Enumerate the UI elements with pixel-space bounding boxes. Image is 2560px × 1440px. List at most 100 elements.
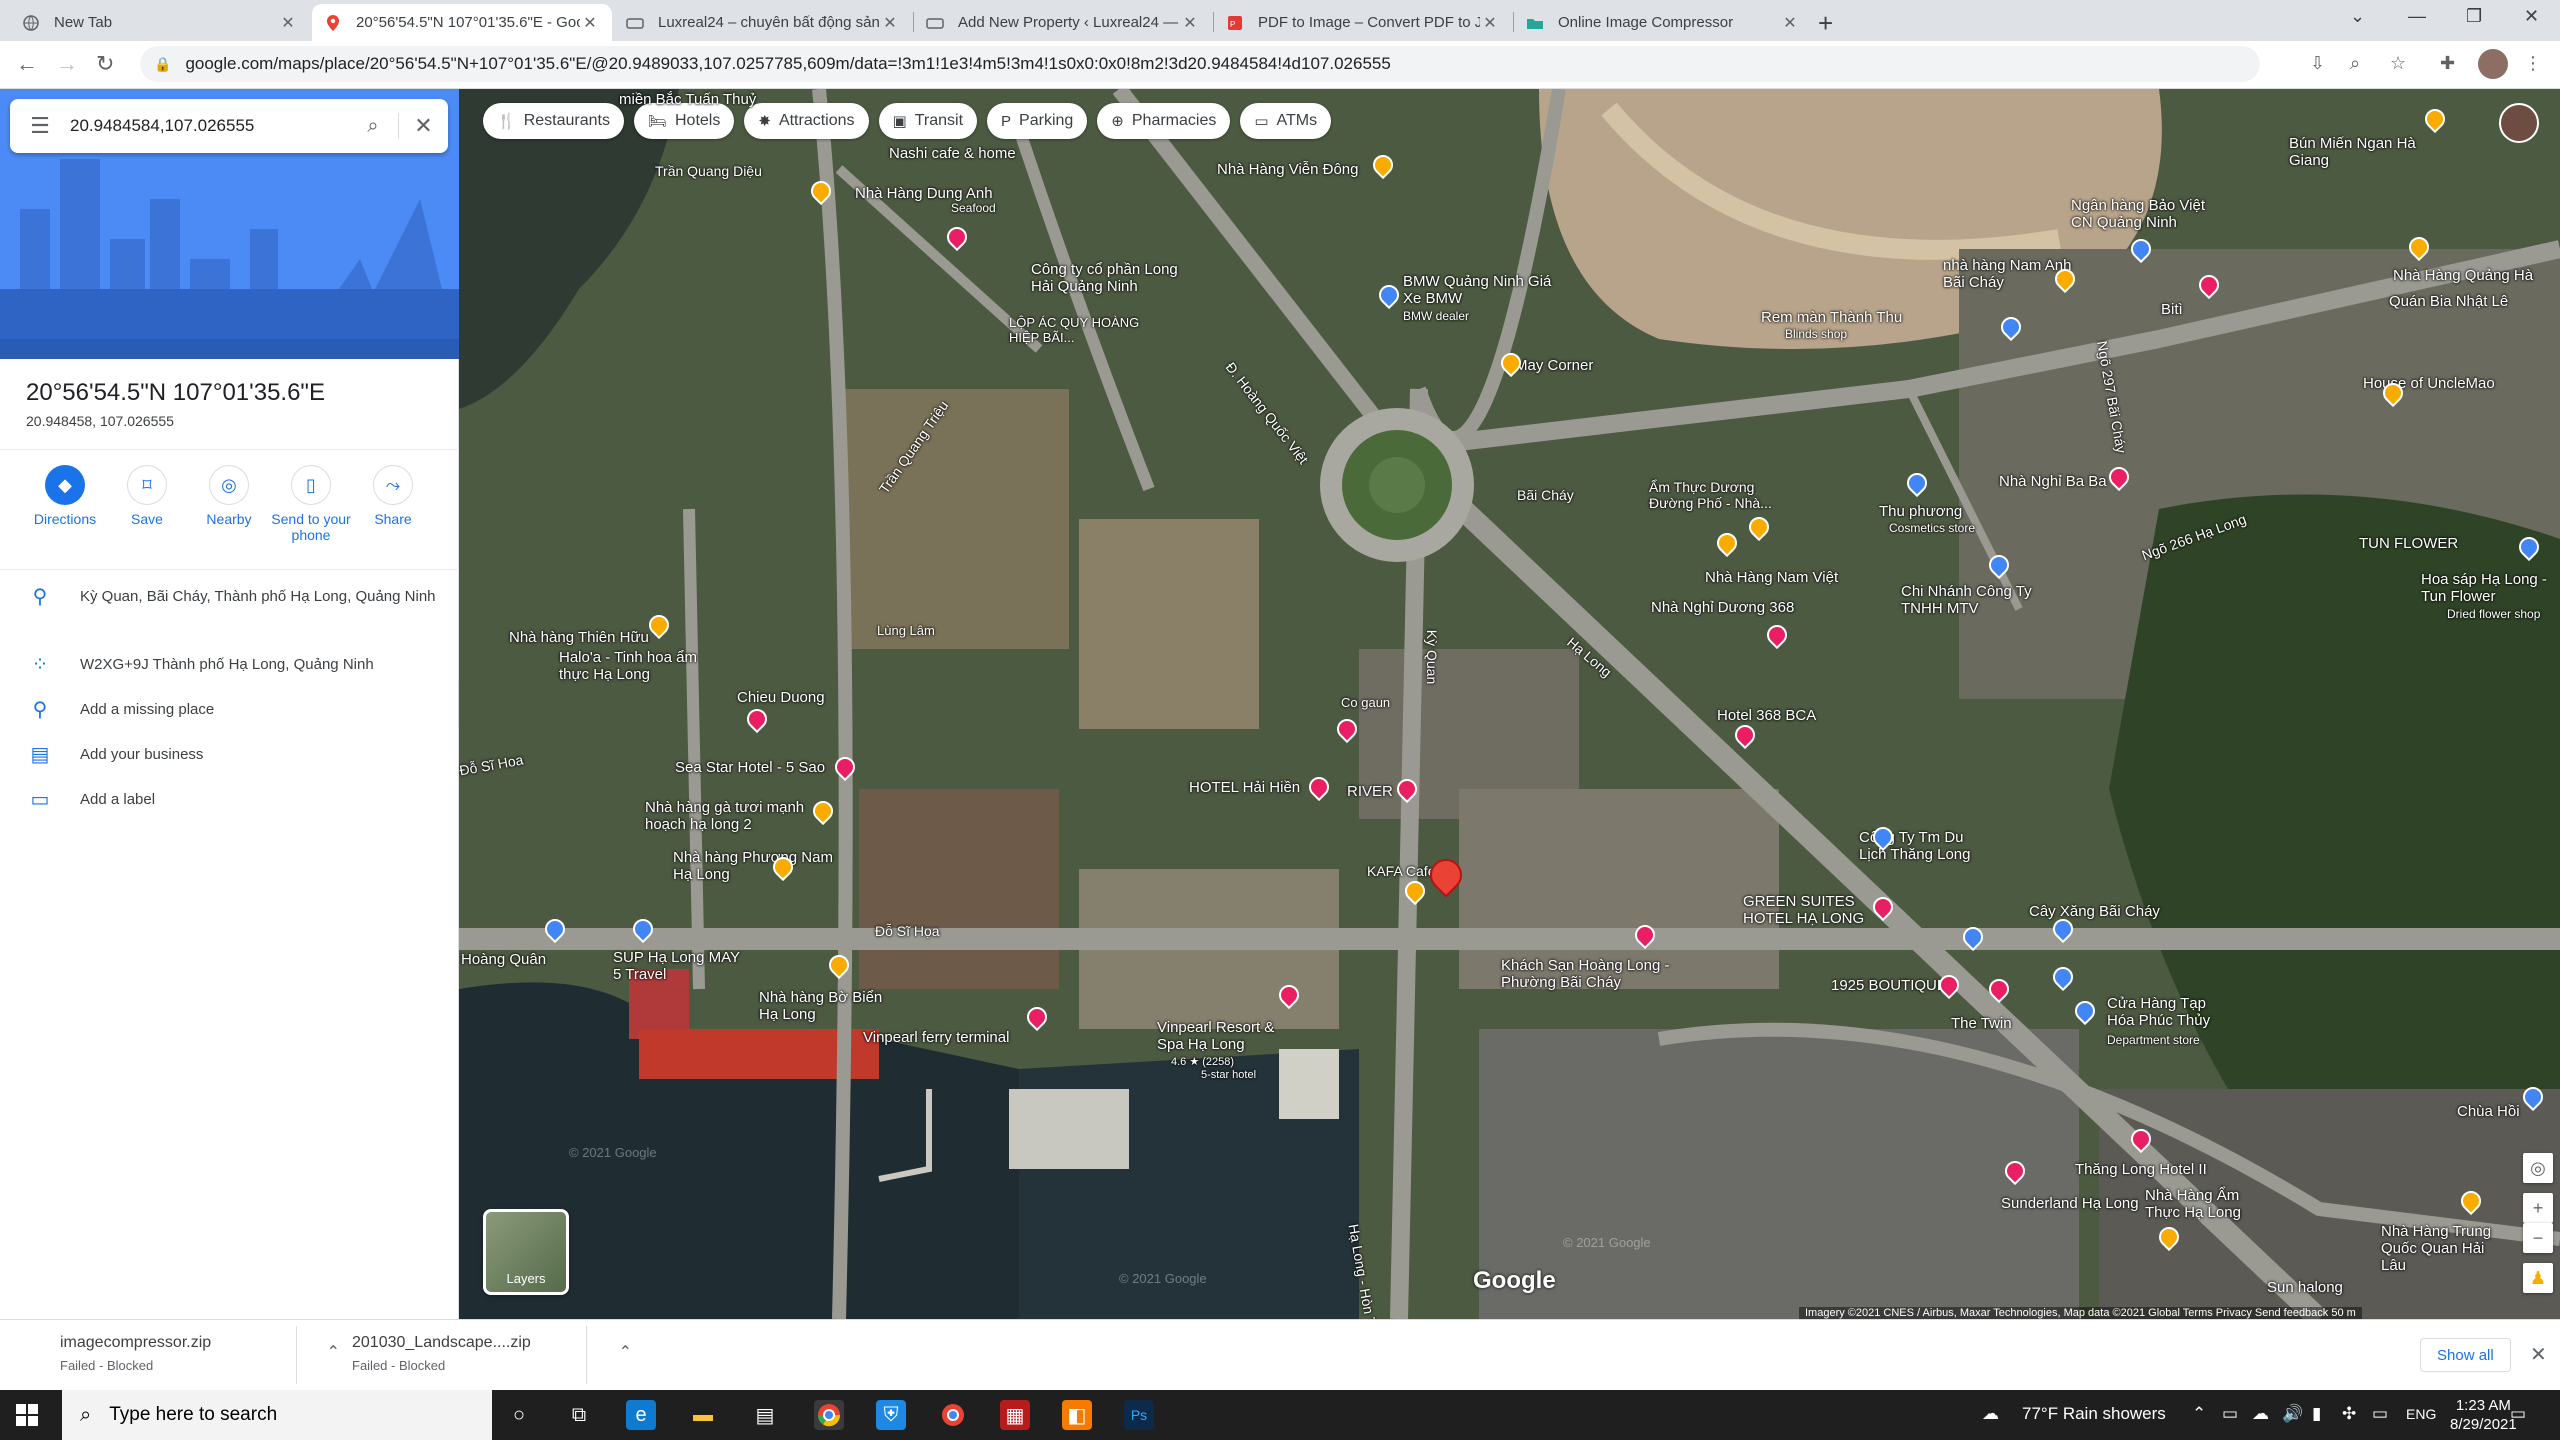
chevron-up-icon[interactable]: ⌃	[619, 1342, 632, 1362]
map-label[interactable]: Nhà hàng gà tươi mạnh hoạch hạ long 2	[645, 799, 805, 833]
map-label[interactable]: HOTEL Hải Hiền	[1189, 779, 1300, 796]
taskbar-search[interactable]: ⌕ Type here to search	[62, 1390, 492, 1440]
pegman-icon[interactable]: ♟	[2523, 1263, 2553, 1293]
cortana-icon[interactable]: ○	[504, 1400, 534, 1430]
close-tab-icon[interactable]: ✕	[1780, 13, 1800, 33]
menu-dots-icon[interactable]: ⋮	[2524, 53, 2542, 74]
windows-start-icon[interactable]	[16, 1404, 38, 1432]
map-label[interactable]: Nhà hàng Bờ Biển Hạ Long	[759, 989, 899, 1023]
map-label[interactable]: Co gaun	[1341, 695, 1390, 710]
map-label[interactable]: The Twin	[1951, 1015, 2012, 1032]
chip-parking[interactable]: P Parking	[987, 103, 1088, 139]
layers-button[interactable]: Layers	[483, 1209, 569, 1295]
map-label[interactable]: Nhà Hàng Quảng Hà	[2393, 267, 2533, 284]
map-label[interactable]: Sea Star Hotel - 5 Sao	[675, 759, 825, 776]
map-label[interactable]: Bún Miến Ngan Hà Giang	[2289, 135, 2429, 169]
app-icon[interactable]: ▦	[1000, 1400, 1030, 1430]
save-button[interactable]: ⌑ Save	[106, 465, 188, 527]
map-label[interactable]: BMW Quảng Ninh Giá Xe BMW	[1403, 273, 1553, 307]
back-arrow-icon[interactable]: ←	[16, 51, 38, 77]
directions-button[interactable]: ◆ Directions	[24, 465, 106, 527]
my-location-icon[interactable]: ◎	[2523, 1153, 2553, 1183]
map-label[interactable]: Nhà Hàng Dung Anh	[855, 185, 993, 202]
install-icon[interactable]: ⇩	[2310, 53, 2325, 74]
add-label-row[interactable]: ▭ Add a label	[0, 790, 459, 810]
map-label[interactable]: Nashi cafe & home	[889, 145, 1016, 162]
new-tab-button[interactable]: +	[1818, 8, 1833, 39]
map-label[interactable]: Nhà Hàng Viễn Đông	[1217, 161, 1359, 178]
chevron-up-icon[interactable]: ⌃	[327, 1342, 340, 1362]
map-label[interactable]: Quán Bia Nhật Lê	[2389, 293, 2508, 310]
map-label[interactable]: miền Bắc Tuấn Thuỷ	[619, 91, 756, 108]
file-explorer-icon[interactable]: ▬	[688, 1400, 718, 1430]
map-label[interactable]: Hotel 368 BCA	[1717, 707, 1816, 724]
map-label[interactable]: Nhà Hàng Trung Quốc Quan Hải Lâu	[2381, 1223, 2511, 1274]
map-label[interactable]: Nhà hàng Phương Nam Hạ Long	[673, 849, 833, 883]
network-icon[interactable]: ▮	[2312, 1404, 2321, 1424]
close-tab-icon[interactable]: ✕	[580, 13, 600, 33]
tab-google-maps[interactable]: 20°56'54.5"N 107°01'35.6"E - Goo ✕	[312, 4, 612, 41]
address-bar[interactable]: 🔒 google.com/maps/place/20°56'54.5"N+107…	[140, 46, 2260, 82]
tab-new-tab[interactable]: New Tab ✕	[10, 4, 310, 41]
dropbox-icon[interactable]: ✣	[2342, 1404, 2356, 1424]
app-icon[interactable]: ◧	[1062, 1400, 1092, 1430]
map-label[interactable]: Ẩm Thực Dương Đường Phố - Nhà...	[1649, 479, 1789, 511]
map-label[interactable]: Sunderland Hạ Long	[2001, 1195, 2139, 1212]
close-tab-icon[interactable]: ✕	[1480, 13, 1500, 33]
weather-text[interactable]: 77°F Rain showers	[2022, 1404, 2166, 1424]
search-input[interactable]: 20.9484584,107.026555	[70, 116, 348, 136]
map-label[interactable]: KAFA Cafe	[1367, 863, 1435, 879]
map-label[interactable]: Sun halong	[2267, 1279, 2343, 1296]
profile-avatar[interactable]	[2478, 49, 2508, 79]
satellite-map[interactable]: 🍴 Restaurants 🛏 Hotels ✸ Attractions ▣ Trans…	[459, 89, 2560, 1319]
chip-atms[interactable]: ▭ ATMs	[1240, 103, 1332, 139]
map-label[interactable]: Thu phương	[1879, 503, 1962, 520]
show-all-button[interactable]: Show all	[2420, 1338, 2511, 1372]
store-icon[interactable]: ▤	[750, 1400, 780, 1430]
download-item[interactable]: 201030_Landscape....zip Failed - Blocked…	[352, 1334, 632, 1373]
map-label[interactable]: Hoa sáp Hạ Long - Tun Flower	[2421, 571, 2560, 605]
hamburger-menu-icon[interactable]: ☰	[10, 113, 70, 139]
add-missing-place-row[interactable]: ⚲ Add a missing place	[0, 700, 459, 720]
map-label[interactable]: Cây Xăng Bãi Cháy	[2029, 903, 2160, 920]
tab-pdf-to-image[interactable]: P PDF to Image – Convert PDF to JP ✕	[1214, 4, 1512, 41]
tab-online-image-compressor[interactable]: Online Image Compressor ✕	[1514, 4, 1812, 41]
search-box[interactable]: ☰ 20.9484584,107.026555 ⌕ ✕	[10, 99, 448, 153]
camera-icon[interactable]: ▭	[2222, 1404, 2238, 1424]
map-label[interactable]: GREEN SUITES HOTEL HẠ LONG	[1743, 893, 1883, 927]
map-label[interactable]: Thăng Long Hotel II	[2075, 1161, 2207, 1178]
download-item[interactable]: imagecompressor.zip Failed - Blocked ⌃	[60, 1334, 340, 1373]
address-row[interactable]: ⚲ Kỳ Quan, Bãi Cháy, Thành phố Hạ Long, …	[0, 587, 459, 607]
map-attribution[interactable]: Imagery ©2021 CNES / Airbus, Maxar Techn…	[1799, 1307, 2362, 1319]
map-label[interactable]: Nhà Nghỉ Dương 368	[1651, 599, 1794, 616]
close-icon[interactable]: ✕	[2530, 1342, 2547, 1367]
tab-search-icon[interactable]: ⌄	[2350, 6, 2365, 27]
map-label[interactable]: TUN FLOWER	[2359, 535, 2458, 552]
nearby-button[interactable]: ◎ Nearby	[188, 465, 270, 527]
map-label[interactable]: Nhà Hàng Nam Việt	[1705, 569, 1838, 586]
photoshop-icon[interactable]: Ps	[1124, 1400, 1154, 1430]
map-label[interactable]: Nhà Nghỉ Ba Ba	[1999, 473, 2107, 490]
search-icon[interactable]: ⌕	[348, 115, 398, 138]
map-label[interactable]: Vinpearl Resort & Spa Hạ Long	[1157, 1019, 1297, 1053]
system-clock[interactable]: 1:23 AM 8/29/2021	[2450, 1396, 2517, 1434]
tab-luxreal24[interactable]: Luxreal24 – chuyên bất động sản ✕	[614, 4, 912, 41]
shield-icon[interactable]: ⛨	[876, 1400, 906, 1430]
map-label[interactable]: Halo'a - Tinh hoa ẩm thực Hạ Long	[559, 649, 699, 683]
map-label[interactable]: Chùa Hồi	[2457, 1103, 2520, 1120]
map-label[interactable]: SUP Hạ Long MAY 5 Travel	[613, 949, 743, 983]
close-tab-icon[interactable]: ✕	[1180, 13, 1200, 33]
map-label[interactable]: Ngân hàng Bảo Việt CN Quảng Ninh	[2071, 197, 2221, 231]
add-business-row[interactable]: ▤ Add your business	[0, 745, 459, 765]
minimize-icon[interactable]: —	[2408, 6, 2426, 27]
close-icon[interactable]: ✕	[398, 113, 448, 139]
input-language[interactable]: ENG	[2406, 1406, 2436, 1422]
reload-icon[interactable]: ↻	[96, 51, 114, 77]
close-tab-icon[interactable]: ✕	[278, 13, 298, 33]
close-tab-icon[interactable]: ✕	[880, 13, 900, 33]
restore-icon[interactable]: ❐	[2466, 6, 2482, 27]
tab-add-new-property[interactable]: Add New Property ‹ Luxreal24 — ✕	[914, 4, 1212, 41]
zoom-icon[interactable]: ⌕	[2350, 53, 2360, 74]
task-view-icon[interactable]: ⧉	[564, 1400, 594, 1430]
map-label[interactable]: Nhà hàng Thiên Hữu	[509, 629, 649, 646]
